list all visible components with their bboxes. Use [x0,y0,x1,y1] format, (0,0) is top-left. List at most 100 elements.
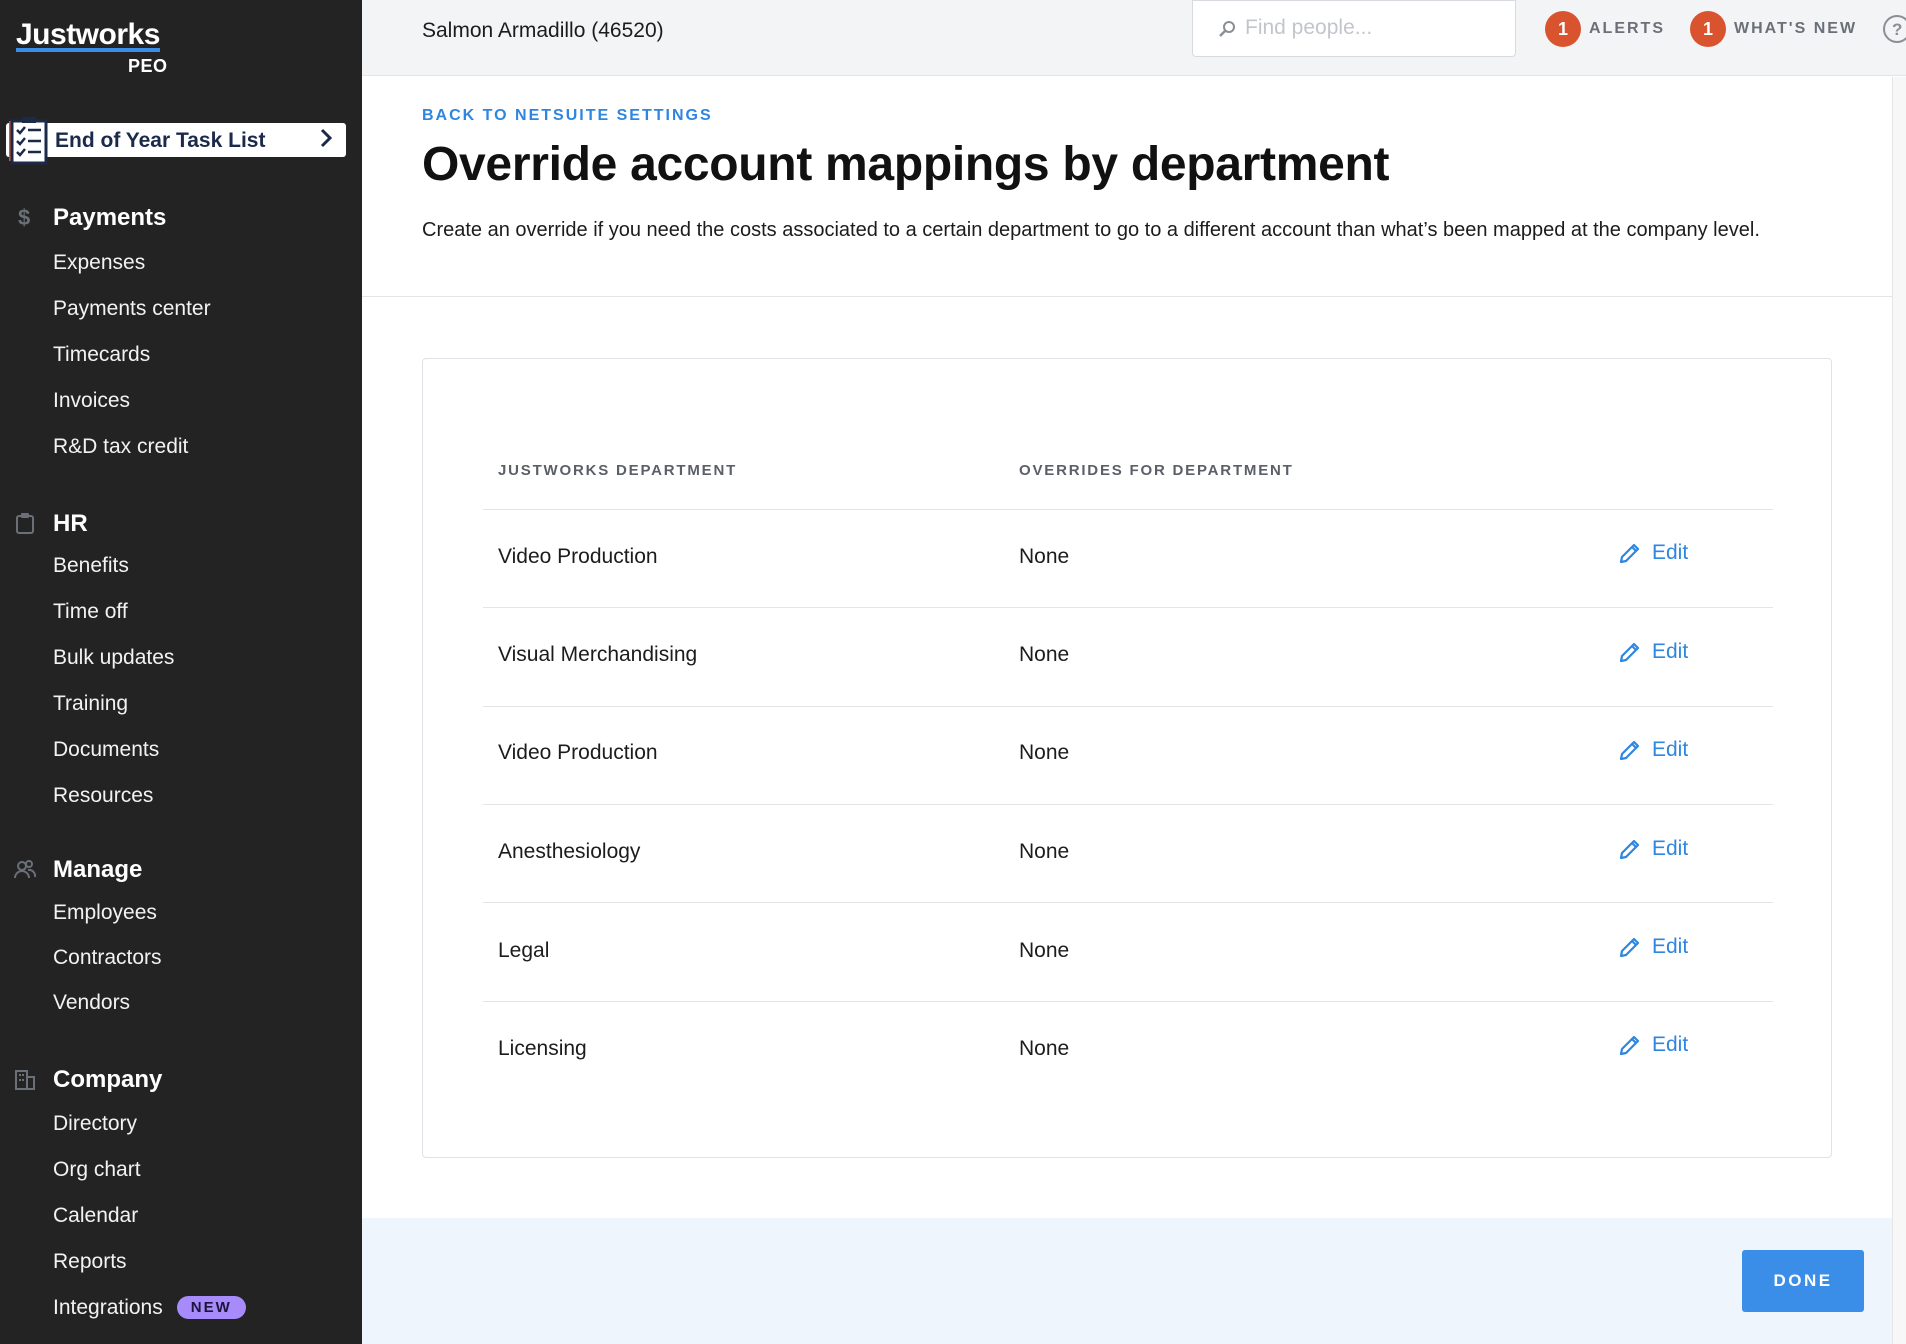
override-value: None [1019,741,1070,764]
edit-button[interactable]: Edit [1618,640,1688,664]
alerts-count-badge: 1 [1545,11,1581,47]
sidebar-item-benefits[interactable]: Benefits [53,554,129,578]
sidebar-item-documents[interactable]: Documents [53,738,159,762]
department-name: Video Production [498,741,658,764]
table-row-divider [483,902,1773,903]
nav-header-company[interactable]: Company [0,1060,362,1100]
sidebar-item-integrations-label: Integrations [53,1296,163,1319]
section-divider [362,296,1892,297]
override-value: None [1019,1037,1070,1060]
sidebar-item-invoices[interactable]: Invoices [53,389,130,413]
edit-button[interactable]: Edit [1618,738,1688,762]
task-list-label: End of Year Task List [55,129,266,152]
department-name: Anesthesiology [498,840,641,863]
edit-button[interactable]: Edit [1618,541,1688,565]
sidebar-item-reports[interactable]: Reports [53,1250,127,1274]
pencil-icon [1619,543,1640,564]
sidebar-item-calendar[interactable]: Calendar [53,1204,138,1228]
column-header-overrides: OVERRIDES FOR DEPARTMENT [1019,462,1294,479]
people-icon [14,860,36,879]
back-to-netsuite-settings-link[interactable]: BACK TO NETSUITE SETTINGS [422,107,713,125]
edit-button[interactable]: Edit [1618,1033,1688,1057]
department-name: Video Production [498,545,658,568]
page-scrollbar[interactable] [1892,77,1906,1344]
sidebar-item-training[interactable]: Training [53,692,128,716]
alerts-label: ALERTS [1589,20,1665,37]
search-input[interactable] [1245,13,1505,43]
top-bar: Salmon Armadillo (46520) 1 ALERTS 1 WHAT… [362,0,1906,76]
clipboard-icon [16,513,34,534]
sidebar-item-contractors[interactable]: Contractors [53,946,162,970]
edit-button[interactable]: Edit [1618,837,1688,861]
sidebar-item-bulk-updates[interactable]: Bulk updates [53,646,174,670]
edit-label: Edit [1652,837,1689,860]
action-footer: DONE [362,1218,1892,1344]
nav-header-manage[interactable]: Manage [0,850,362,890]
done-button[interactable]: DONE [1742,1250,1864,1312]
logo-product: PEO [128,56,168,76]
whats-new-label: WHAT'S NEW [1734,20,1858,37]
override-value: None [1019,545,1070,568]
nav-section-hr: HR Benefits Time off Bulk updates Traini… [0,504,362,807]
chevron-right-icon [320,128,332,148]
building-icon [15,1070,35,1090]
svg-text:?: ? [1892,20,1902,39]
nav-header-manage-label: Manage [53,856,143,883]
pencil-icon [1619,937,1640,958]
table-row-divider [483,1001,1773,1002]
sidebar-item-employees[interactable]: Employees [53,901,157,925]
nav-header-hr[interactable]: HR [0,504,362,544]
sidebar: Justworks PEO End of Year Task List $ Pa… [0,0,362,1344]
override-value: None [1019,939,1070,962]
nav-section-payments: $ Payments Expenses Payments center Time… [0,198,362,458]
sidebar-item-org-chart[interactable]: Org chart [53,1158,141,1182]
pencil-icon [1619,642,1640,663]
override-value: None [1019,643,1070,666]
alerts-button[interactable]: 1 ALERTS [1545,11,1665,47]
sidebar-item-integrations[interactable]: Integrations NEW [53,1296,246,1320]
table-row-divider [483,706,1773,707]
nav-header-payments-label: Payments [53,204,167,231]
table-row-divider [483,509,1773,510]
edit-label: Edit [1652,935,1689,958]
new-badge: NEW [176,1296,246,1319]
end-of-year-task-list-button[interactable]: End of Year Task List [6,117,346,165]
justworks-logo[interactable]: Justworks PEO [16,18,167,76]
page-description: Create an override if you need the costs… [422,219,1760,241]
sidebar-item-timecards[interactable]: Timecards [53,343,150,367]
edit-label: Edit [1652,1033,1689,1056]
checklist-icon [9,117,48,165]
department-name: Licensing [498,1037,587,1060]
sidebar-item-directory[interactable]: Directory [53,1112,137,1136]
dollar-icon: $ [18,206,30,228]
nav-header-hr-label: HR [53,510,88,537]
page-title: Override account mappings by department [422,138,1390,191]
sidebar-item-payments-center[interactable]: Payments center [53,297,211,321]
whats-new-count-badge: 1 [1690,11,1726,47]
nav-section-company: Company Directory Org chart Calendar Rep… [0,1060,362,1319]
pencil-icon [1619,1035,1640,1056]
pencil-icon [1619,740,1640,761]
department-name: Legal [498,939,550,962]
table-row-divider [483,804,1773,805]
edit-label: Edit [1652,738,1689,761]
nav-header-payments[interactable]: $ Payments [0,198,362,238]
help-icon[interactable]: ? [1882,14,1906,44]
table-row-divider [483,607,1773,608]
search-box [1192,0,1516,57]
nav-header-company-label: Company [53,1066,163,1093]
sidebar-item-rd-tax-credit[interactable]: R&D tax credit [53,435,188,459]
edit-label: Edit [1652,640,1689,663]
sidebar-item-expenses[interactable]: Expenses [53,251,145,275]
sidebar-item-time-off[interactable]: Time off [53,600,128,624]
department-overrides-table: JUSTWORKS DEPARTMENT OVERRIDES FOR DEPAR… [422,358,1832,1158]
department-name: Visual Merchandising [498,643,698,666]
svg-text:$: $ [18,206,30,228]
company-name[interactable]: Salmon Armadillo (46520) [422,19,664,43]
search-icon [1219,21,1235,37]
pencil-icon [1619,839,1640,860]
sidebar-item-resources[interactable]: Resources [53,784,153,808]
edit-button[interactable]: Edit [1618,935,1688,959]
whats-new-button[interactable]: 1 WHAT'S NEW [1690,11,1857,47]
sidebar-item-vendors[interactable]: Vendors [53,991,130,1015]
